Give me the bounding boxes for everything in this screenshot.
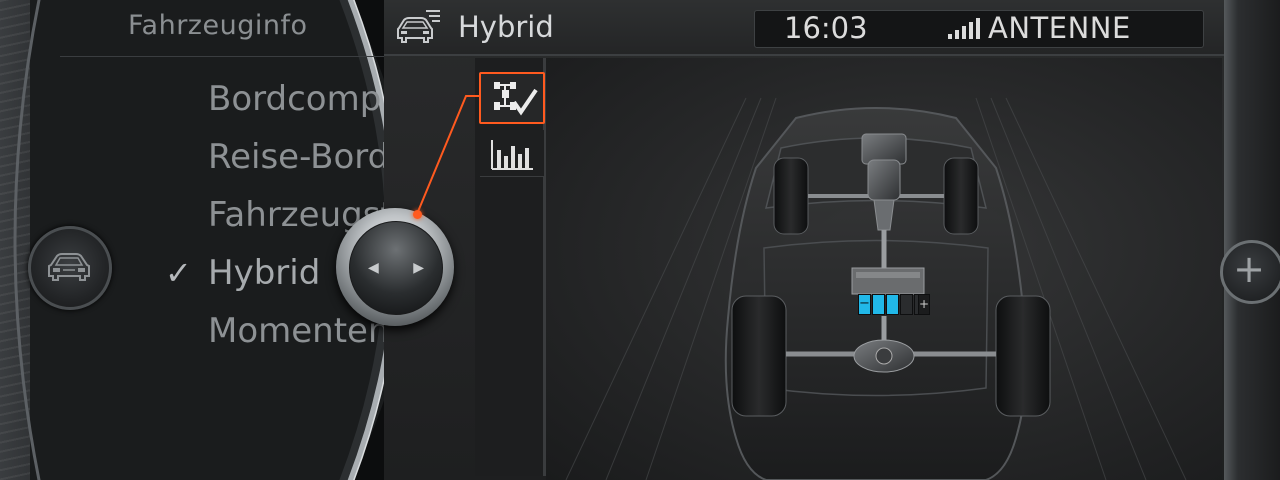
car-xray-illustration (565, 97, 1187, 480)
car-front-icon (48, 253, 90, 281)
options-knob[interactable]: + (1220, 240, 1280, 304)
battery-segment (900, 294, 913, 315)
bar-chart-icon (491, 140, 533, 170)
check-icon: ✓ (165, 254, 192, 292)
page-title: Hybrid (458, 10, 554, 44)
arrow-left-icon: ◀ (368, 260, 379, 276)
battery-minus-label: − (858, 294, 871, 315)
menu-item-label: Reise-Bord (208, 137, 390, 177)
menu-item-label: Bordcomp (208, 79, 382, 119)
hybrid-vehicle-view (546, 58, 1222, 480)
signal-bars-icon (948, 18, 980, 39)
battery-segment (872, 294, 885, 315)
idrive-controller[interactable]: ◀ ▶ (336, 208, 454, 326)
controller-pointer-dot (413, 210, 422, 219)
menu-item-label: Momenten (208, 311, 390, 351)
battery-plus-label: + (918, 294, 930, 315)
menu-item-bordcomputer[interactable]: Bordcomp (165, 70, 395, 128)
battery-segment (886, 294, 899, 315)
menu-item-label: Hybrid (208, 253, 321, 293)
back-knob[interactable] (28, 226, 112, 310)
menu-header-divider (60, 56, 390, 57)
car-drivetrain-check-icon (494, 82, 538, 116)
clock: 16:03 (784, 11, 868, 45)
history-view-button[interactable] (480, 130, 544, 177)
controller-cap: ◀ ▶ (349, 221, 443, 315)
plus-icon: + (1233, 247, 1265, 291)
energy-flow-view-button[interactable] (479, 72, 545, 124)
arrow-right-icon: ▶ (413, 260, 424, 276)
menu-header: Fahrzeuginfo (128, 10, 308, 41)
car-menu-icon (397, 10, 440, 43)
menu-item-reise-bordcomputer[interactable]: Reise-Bord (165, 128, 395, 186)
radio-station: ANTENNE (988, 11, 1131, 45)
